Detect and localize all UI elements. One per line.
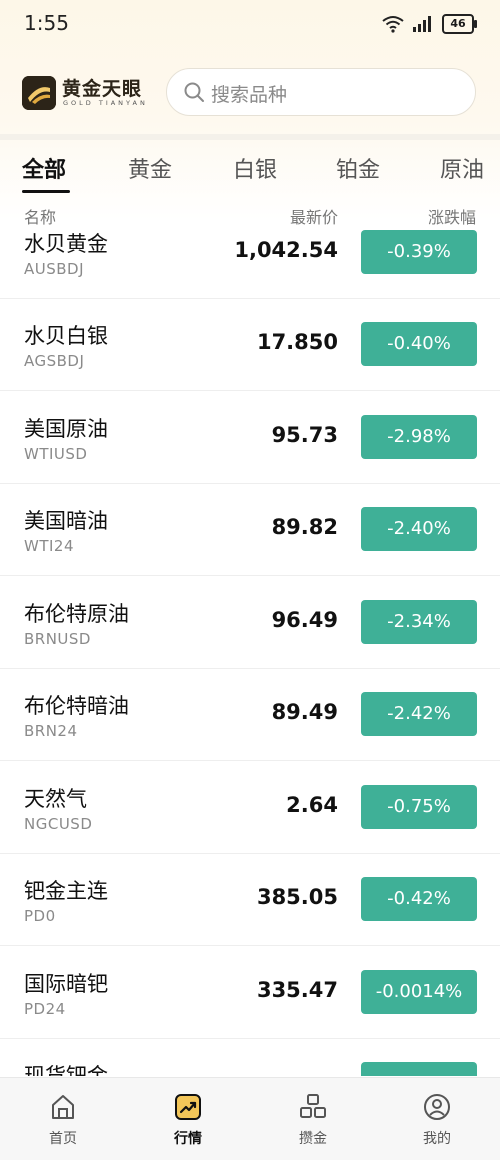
change-badge[interactable] xyxy=(361,1062,477,1076)
search-icon xyxy=(184,82,204,102)
profile-icon xyxy=(424,1094,450,1120)
instrument-code: NGCUSD xyxy=(24,815,93,833)
status-icons: 46 xyxy=(382,14,477,34)
latest-price: 385.05 xyxy=(256,885,338,909)
status-bar: 1:55 46 xyxy=(0,0,500,48)
nav-home[interactable]: 首页 xyxy=(23,1092,103,1148)
app-header: 黄金天眼 GOLD TIANYAN 搜索品种 xyxy=(0,66,500,118)
instrument-code: PD0 xyxy=(24,907,56,925)
status-time: 1:55 xyxy=(24,11,69,35)
nav-save-gold-label: 攒金 xyxy=(299,1131,327,1147)
instrument-code: BRN24 xyxy=(24,722,78,740)
instrument-name: 美国原油 xyxy=(24,417,108,441)
instrument-code: BRNUSD xyxy=(24,630,91,648)
brand-subtitle: GOLD TIANYAN xyxy=(63,99,148,107)
change-badge[interactable]: -0.75% xyxy=(361,785,477,829)
instrument-name: 水贝白银 xyxy=(24,324,108,348)
latest-price: 335.47 xyxy=(256,978,338,1002)
tab-all[interactable]: 全部 xyxy=(22,152,66,184)
home-icon xyxy=(52,1095,74,1119)
category-tabs: 全部 黄金 白银 铂金 原油 xyxy=(0,148,500,194)
active-tab-indicator xyxy=(22,190,70,193)
nav-profile[interactable]: 我的 xyxy=(397,1092,477,1148)
change-badge[interactable]: -0.42% xyxy=(361,877,477,921)
instrument-name: 国际暗钯 xyxy=(24,972,108,996)
instrument-name: 布伦特原油 xyxy=(24,602,129,626)
instrument-name: 水贝黄金 xyxy=(24,232,108,256)
search-input[interactable]: 搜索品种 xyxy=(166,68,476,116)
instrument-code: PD24 xyxy=(24,1000,66,1018)
instrument-name: 布伦特暗油 xyxy=(24,694,129,718)
instrument-name: 现货钯金 xyxy=(24,1064,108,1076)
tab-silver[interactable]: 白银 xyxy=(233,152,277,184)
change-badge[interactable]: -2.40% xyxy=(361,507,477,551)
change-badge[interactable]: -2.42% xyxy=(361,692,477,736)
instrument-code: WTI24 xyxy=(24,537,75,555)
logo-icon xyxy=(22,76,56,110)
change-badge[interactable]: -0.0014% xyxy=(361,970,477,1014)
quote-row[interactable]: 水贝黄金 AUSBDJ 1,042.54 -0.39% xyxy=(0,206,500,299)
quote-row[interactable]: 水贝白银 AGSBDJ 17.850 -0.40% xyxy=(0,298,500,391)
quote-row[interactable]: 布伦特暗油 BRN24 89.49 -2.42% xyxy=(0,668,500,761)
instrument-code: AUSBDJ xyxy=(24,260,85,278)
latest-price: 96.49 xyxy=(271,608,338,632)
latest-price: 17.850 xyxy=(256,330,338,354)
instrument-code: AGSBDJ xyxy=(24,352,85,370)
bottom-nav: 首页 行情 攒金 我的 xyxy=(0,1077,500,1160)
signal-icon xyxy=(413,16,431,32)
latest-price: 89.82 xyxy=(271,515,338,539)
divider xyxy=(0,134,500,140)
market-chart-icon xyxy=(175,1094,201,1120)
nav-market[interactable]: 行情 xyxy=(148,1092,228,1148)
nav-market-label: 行情 xyxy=(174,1131,202,1147)
wifi-icon xyxy=(382,16,404,33)
quote-row[interactable]: 天然气 NGCUSD 2.64 -0.75% xyxy=(0,761,500,854)
tab-gold[interactable]: 黄金 xyxy=(128,152,172,184)
latest-price: 89.49 xyxy=(271,700,338,724)
quote-list: 水贝黄金 AUSBDJ 1,042.54 -0.39% 水贝白银 AGSBDJ … xyxy=(0,206,500,1076)
tab-crude-oil[interactable]: 原油 xyxy=(440,152,484,184)
battery-icon: 46 xyxy=(442,14,477,34)
change-badge[interactable]: -0.40% xyxy=(361,322,477,366)
instrument-code: WTIUSD xyxy=(24,445,88,463)
latest-price: 95.73 xyxy=(271,423,338,447)
gold-bars-icon xyxy=(300,1094,326,1118)
nav-profile-label: 我的 xyxy=(423,1131,451,1147)
change-badge[interactable]: -2.98% xyxy=(361,415,477,459)
quote-row[interactable]: 美国原油 WTIUSD 95.73 -2.98% xyxy=(0,391,500,484)
quote-row[interactable]: 美国暗油 WTI24 89.82 -2.40% xyxy=(0,483,500,576)
nav-save-gold[interactable]: 攒金 xyxy=(273,1092,353,1148)
quote-row[interactable]: 国际暗钯 PD24 335.47 -0.0014% xyxy=(0,946,500,1039)
quote-row[interactable]: 现货钯金 xyxy=(0,1038,500,1076)
instrument-name: 美国暗油 xyxy=(24,509,108,533)
change-badge[interactable]: -0.39% xyxy=(361,230,477,274)
change-badge[interactable]: -2.34% xyxy=(361,600,477,644)
search-placeholder: 搜索品种 xyxy=(211,84,288,106)
brand-name: 黄金天眼 xyxy=(62,78,143,100)
quote-row[interactable]: 布伦特原油 BRNUSD 96.49 -2.34% xyxy=(0,576,500,669)
tab-platinum[interactable]: 铂金 xyxy=(336,152,380,184)
latest-price: 2.64 xyxy=(286,793,338,817)
quote-row[interactable]: 钯金主连 PD0 385.05 -0.42% xyxy=(0,853,500,946)
latest-price: 1,042.54 xyxy=(234,238,338,262)
instrument-name: 钯金主连 xyxy=(24,879,108,903)
nav-home-label: 首页 xyxy=(49,1131,77,1147)
instrument-name: 天然气 xyxy=(24,787,87,811)
